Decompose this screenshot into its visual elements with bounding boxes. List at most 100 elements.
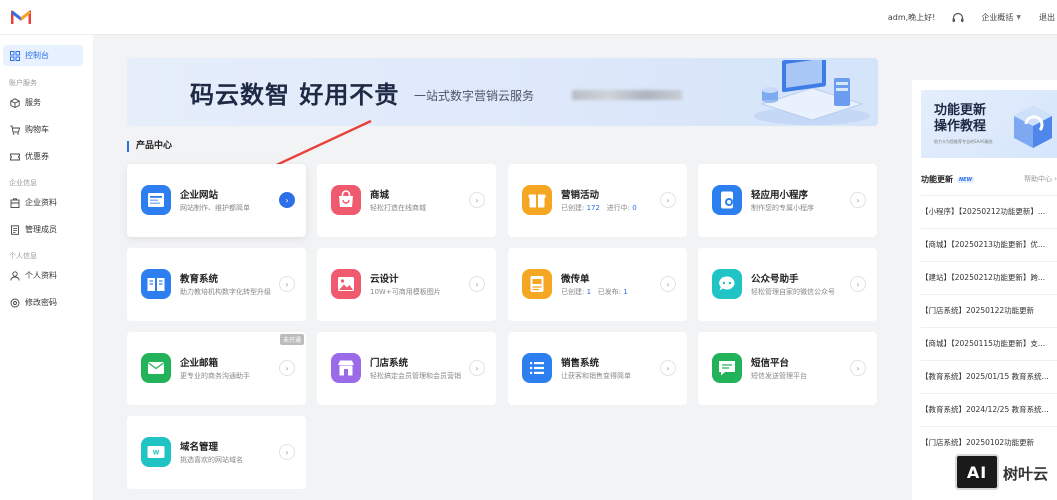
card-desc: 短信发送管理平台 (751, 372, 807, 380)
card-store-system[interactable]: 门店系统 轻松搞定会员管理和会员营销 › (317, 332, 496, 405)
sidebar-item-change-password[interactable]: 修改密码 (3, 292, 83, 313)
headset-icon[interactable] (951, 11, 965, 25)
sidebar-item-label: 修改密码 (25, 298, 57, 307)
section-title-product-center: 产品中心 (127, 141, 172, 152)
card-title: 短信平台 (751, 358, 790, 369)
sidebar-item-label: 控制台 (25, 51, 49, 60)
document-icon (11, 224, 19, 235)
watermark-text: 树叶云 (1003, 465, 1049, 483)
box-icon (10, 97, 20, 108)
sidebar-item-label: 购物车 (25, 125, 49, 134)
chevron-right-icon[interactable]: › (279, 360, 295, 376)
sidebar-item-dashboard[interactable]: 控制台 (3, 45, 83, 66)
svg-text:W: W (153, 450, 160, 457)
chevron-right-icon[interactable]: › (469, 276, 485, 292)
update-item[interactable]: 【教育系统】2025/01/15 教育系统... (921, 360, 1057, 392)
card-title: 公众号助手 (751, 274, 799, 285)
card-enterprise-website[interactable]: 企业网站 网站制作、维护都简单 › (127, 164, 306, 237)
cube-illustration-icon (1014, 106, 1052, 148)
running-count: 0 (632, 204, 637, 212)
chevron-right-icon[interactable]: › (469, 192, 485, 208)
list-icon (522, 353, 552, 383)
chevron-right-icon[interactable]: › (660, 276, 676, 292)
card-enterprise-mail[interactable]: 未开通 企业邮箱 更专业的商务沟通助手 › (127, 332, 306, 405)
chevron-right-icon[interactable]: › (279, 444, 295, 460)
watermark: AI 树叶云 (955, 454, 1057, 492)
chevron-right-icon[interactable]: › (850, 360, 866, 376)
update-item[interactable]: 【教育系统】2024/12/25 教育系统... (921, 393, 1057, 425)
card-mall[interactable]: 商城 轻松打造在线商城 › (317, 164, 496, 237)
created-count: 172 (586, 204, 600, 212)
update-item[interactable]: 【建站】【20250212功能更新】跨... (921, 261, 1057, 293)
right-panel: 功能更新 操作教程 助力卡为您推荐专业的SAAS服务 功能更新 NEW 帮助中心 … (912, 80, 1057, 500)
card-desc: 已创建: 1 已发布: 1 (561, 287, 628, 297)
gift-icon (522, 185, 552, 215)
update-item[interactable]: 【商城】【20250213功能更新】优... (921, 228, 1057, 260)
published-count: 1 (623, 288, 628, 296)
card-title: 企业网站 (180, 190, 219, 201)
message-icon (712, 353, 742, 383)
settings-icon (10, 298, 20, 307)
sidebar-item-cart[interactable]: 购物车 (3, 119, 83, 140)
card-desc: 挑选喜欢的网站域名 (180, 456, 243, 464)
sidebar-item-label: 优惠券 (25, 152, 49, 161)
card-desc: 让获客和销售变得简单 (561, 372, 631, 380)
book-icon (141, 269, 171, 299)
mini-program-icon (712, 185, 742, 215)
chevron-right-icon[interactable]: › (469, 360, 485, 376)
card-title: 域名管理 (180, 442, 219, 453)
card-flyer[interactable]: 微传单 已创建: 1 已发布: 1 › (508, 248, 687, 321)
help-center-link[interactable]: 帮助中心 › (1024, 174, 1057, 184)
banner-line-1: 功能更新 (934, 103, 987, 118)
promo-banner[interactable]: 码云数智 好用不贵 一站式数字营销云服务 (127, 58, 878, 126)
chevron-right-icon[interactable]: › (660, 192, 676, 208)
card-mini-program[interactable]: 轻应用小程序 制作您的专属小程序 › (698, 164, 877, 237)
overview-dropdown[interactable]: 企业概括 ▼ (981, 12, 1021, 23)
chevron-right-icon[interactable]: › (279, 192, 295, 208)
banner-line-2: 操作教程 (934, 119, 987, 134)
chevron-right-icon[interactable]: › (279, 276, 295, 292)
website-icon (141, 185, 171, 215)
chevron-right-icon[interactable]: › (660, 360, 676, 376)
sidebar-item-coupon[interactable]: 优惠券 (3, 146, 83, 167)
user-icon (10, 270, 20, 281)
card-sales-system[interactable]: 销售系统 让获客和销售变得简单 › (508, 332, 687, 405)
watermark-logo: AI (955, 454, 999, 490)
update-item[interactable]: 【小程序】【20250212功能更新】... (921, 195, 1057, 227)
sidebar-item-service[interactable]: 服务 (3, 92, 83, 113)
chevron-down-icon: ▼ (1016, 14, 1021, 21)
card-education-system[interactable]: 教育系统 助力教培机构数字化转型升级 › (127, 248, 306, 321)
feature-update-banner[interactable]: 功能更新 操作教程 助力卡为您推荐专业的SAAS服务 (921, 90, 1057, 158)
sidebar-item-personal-profile[interactable]: 个人资料 (3, 265, 83, 286)
chevron-right-icon[interactable]: › (850, 192, 866, 208)
card-desc: 更专业的商务沟通助手 (180, 372, 250, 380)
sidebar-item-label: 管理成员 (25, 225, 57, 234)
chevron-right-icon[interactable]: › (850, 276, 866, 292)
domain-icon: W (141, 437, 171, 467)
shopping-bag-icon (331, 185, 361, 215)
card-cloud-design[interactable]: 云设计 10W+可商用模板图片 › (317, 248, 496, 321)
card-sms-platform[interactable]: 短信平台 短信发送管理平台 › (698, 332, 877, 405)
card-title: 云设计 (370, 274, 399, 285)
coupon-icon (10, 153, 20, 160)
card-desc: 10W+可商用模板图片 (370, 288, 441, 296)
logo-icon[interactable] (11, 9, 31, 25)
card-marketing-activity[interactable]: 营销活动 已创建: 172 进行中: 0 › (508, 164, 687, 237)
sidebar-item-members[interactable]: 管理成员 (3, 219, 83, 240)
feature-update-title: 功能更新 (921, 175, 953, 184)
blurred-text (572, 90, 682, 100)
overview-label: 企业概括 (981, 13, 1014, 22)
new-badge: NEW (957, 176, 975, 183)
card-official-account-assistant[interactable]: 公众号助手 轻松管理自家的微信公众号 › (698, 248, 877, 321)
card-domain-management[interactable]: W 域名管理 挑选喜欢的网站域名 › (127, 416, 306, 489)
update-item[interactable]: 【门店系统】20250122功能更新 (921, 294, 1057, 326)
created-label: 已创建: (561, 204, 585, 212)
logout-link[interactable]: 退出 (1039, 12, 1055, 23)
cart-icon (10, 125, 20, 135)
banner-heading: 功能更新 操作教程 (934, 103, 986, 135)
chat-bubble-icon (712, 269, 742, 299)
card-desc: 网站制作、维护都简单 (180, 204, 250, 212)
sidebar-item-company-profile[interactable]: 企业资料 (3, 192, 83, 213)
card-desc: 已创建: 172 进行中: 0 (561, 203, 637, 213)
update-item[interactable]: 【商城】【20250115功能更新】支... (921, 327, 1057, 359)
